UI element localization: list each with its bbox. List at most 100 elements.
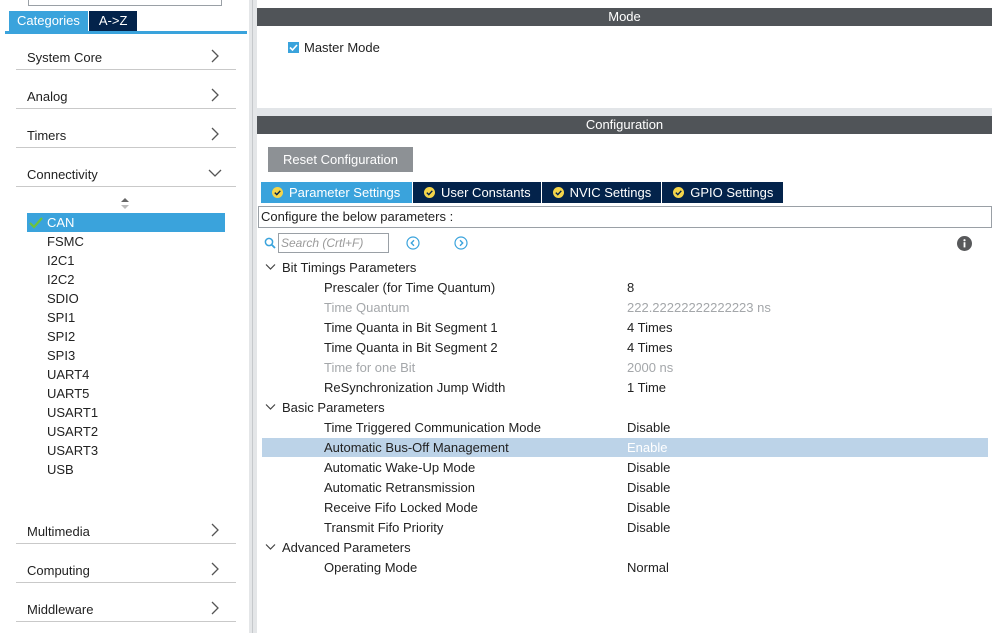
scroll-up-icon[interactable] [119,197,131,209]
param-value[interactable]: Disable [627,500,670,515]
peripheral-item-uart5[interactable]: UART5 [27,384,225,403]
param-row-prescaler[interactable]: Prescaler (for Time Quantum) 8 [262,278,988,297]
param-value[interactable]: Disable [627,420,670,435]
param-row-bit-segment-1[interactable]: Time Quanta in Bit Segment 1 4 Times [262,318,988,337]
tab-label: Parameter Settings [289,185,401,200]
param-value[interactable]: 4 Times [627,340,673,355]
category-middleware[interactable]: Middleware [16,592,236,622]
peripheral-label: SDIO [47,291,79,306]
param-value: 2000 ns [627,360,674,375]
peripheral-item-spi1[interactable]: SPI1 [27,308,225,327]
chevron-right-icon [211,601,219,615]
master-mode-label[interactable]: Master Mode [304,40,380,55]
group-advanced-parameters[interactable]: Advanced Parameters [262,538,988,557]
param-row-bus-off-management[interactable]: Automatic Bus-Off Management Enable [262,438,988,457]
category-system-core[interactable]: System Core [16,40,236,70]
category-timers[interactable]: Timers [16,118,236,148]
param-row-operating-mode[interactable]: Operating Mode Normal [262,558,988,577]
info-icon[interactable] [957,236,972,251]
peripheral-item-i2c1[interactable]: I2C1 [27,251,225,270]
peripheral-item-usart2[interactable]: USART2 [27,422,225,441]
param-row-transmit-fifo-priority[interactable]: Transmit Fifo Priority Disable [262,518,988,537]
param-row-retransmission[interactable]: Automatic Retransmission Disable [262,478,988,497]
param-row-receive-fifo-locked[interactable]: Receive Fifo Locked Mode Disable [262,498,988,517]
tab-gpio-settings[interactable]: GPIO Settings [662,182,784,203]
tab-parameter-settings[interactable]: Parameter Settings [261,182,412,203]
param-name: Operating Mode [324,560,418,575]
param-row-time-quantum: Time Quantum 222.22222222222223 ns [262,298,988,317]
param-row-bit-segment-2[interactable]: Time Quanta in Bit Segment 2 4 Times [262,338,988,357]
group-bit-timings-parameters[interactable]: Bit Timings Parameters [262,258,988,277]
peripheral-label: USART2 [47,424,99,439]
search-input[interactable] [278,233,389,253]
peripheral-item-i2c2[interactable]: I2C2 [27,270,225,289]
mode-header: Mode [257,8,992,26]
configure-description: Configure the below parameters : [258,206,992,228]
peripheral-label: UART5 [47,386,90,401]
section-separator [257,108,992,116]
category-label: Computing [27,563,90,578]
param-value[interactable]: Disable [627,460,670,475]
tab-user-constants[interactable]: User Constants [413,182,541,203]
param-value[interactable]: Disable [627,480,670,495]
category-label: Connectivity [27,167,98,182]
peripheral-item-spi2[interactable]: SPI2 [27,327,225,346]
check-icon [29,217,43,229]
peripheral-item-usart1[interactable]: USART1 [27,403,225,422]
group-basic-parameters[interactable]: Basic Parameters [262,398,988,417]
param-value[interactable]: 8 [627,280,634,295]
param-value[interactable]: Normal [627,560,669,575]
peripheral-label: I2C2 [47,272,75,287]
param-row-time-triggered-mode[interactable]: Time Triggered Communication Mode Disabl… [262,418,988,437]
chevron-right-icon [211,523,219,537]
group-label: Basic Parameters [282,400,385,415]
panel-splitter[interactable] [249,0,257,633]
param-value: 222.22222222222223 ns [627,300,771,315]
peripheral-label: UART4 [47,367,90,382]
peripheral-item-usart3[interactable]: USART3 [27,441,225,460]
category-label: Analog [27,89,68,104]
reset-configuration-button[interactable]: Reset Configuration [268,147,413,172]
tab-nvic-settings[interactable]: NVIC Settings [541,182,662,203]
peripheral-search-field[interactable] [28,0,222,6]
categories-panel: Categories A->Z System Core Analog Timer… [0,0,249,633]
category-computing[interactable]: Computing [16,553,236,583]
param-row-resync-jump-width[interactable]: ReSynchronization Jump Width 1 Time [262,378,988,397]
category-tabs: Categories A->Z [9,11,138,31]
category-tabs-underline [5,31,247,34]
param-row-wake-up-mode[interactable]: Automatic Wake-Up Mode Disable [262,458,988,477]
category-label: Middleware [27,602,94,617]
check-circle-icon [424,187,435,198]
category-label: Timers [27,128,67,143]
tab-categories[interactable]: Categories [9,11,88,31]
param-name: Automatic Bus-Off Management [324,440,509,455]
peripheral-item-spi3[interactable]: SPI3 [27,346,225,365]
peripheral-item-can[interactable]: CAN [27,213,225,232]
category-connectivity[interactable]: Connectivity [16,157,236,187]
check-circle-icon [673,187,685,198]
tab-a-to-z[interactable]: A->Z [88,11,138,31]
category-multimedia[interactable]: Multimedia [16,514,236,544]
chevron-down-icon [265,264,276,270]
chevron-right-icon [211,562,219,576]
param-row-time-for-one-bit: Time for one Bit 2000 ns [262,358,988,377]
next-match-icon[interactable] [454,236,468,250]
param-name: Automatic Wake-Up Mode [324,460,476,475]
category-analog[interactable]: Analog [16,79,236,109]
chevron-right-icon [211,49,219,63]
previous-match-icon[interactable] [406,236,420,250]
peripheral-item-usb[interactable]: USB [27,460,225,479]
param-name: Time Quanta in Bit Segment 2 [324,340,498,355]
master-mode-checkbox[interactable] [288,42,299,53]
peripheral-item-fsmc[interactable]: FSMC [27,232,225,251]
param-value[interactable]: 4 Times [627,320,673,335]
peripheral-item-uart4[interactable]: UART4 [27,365,225,384]
peripheral-item-sdio[interactable]: SDIO [27,289,225,308]
param-value[interactable]: Enable [627,440,667,455]
peripheral-label: CAN [47,215,75,230]
param-value[interactable]: Disable [627,520,670,535]
configuration-header: Configuration [257,116,992,134]
chevron-right-icon [211,127,219,141]
param-value[interactable]: 1 Time [627,380,666,395]
tab-label: User Constants [441,185,531,200]
